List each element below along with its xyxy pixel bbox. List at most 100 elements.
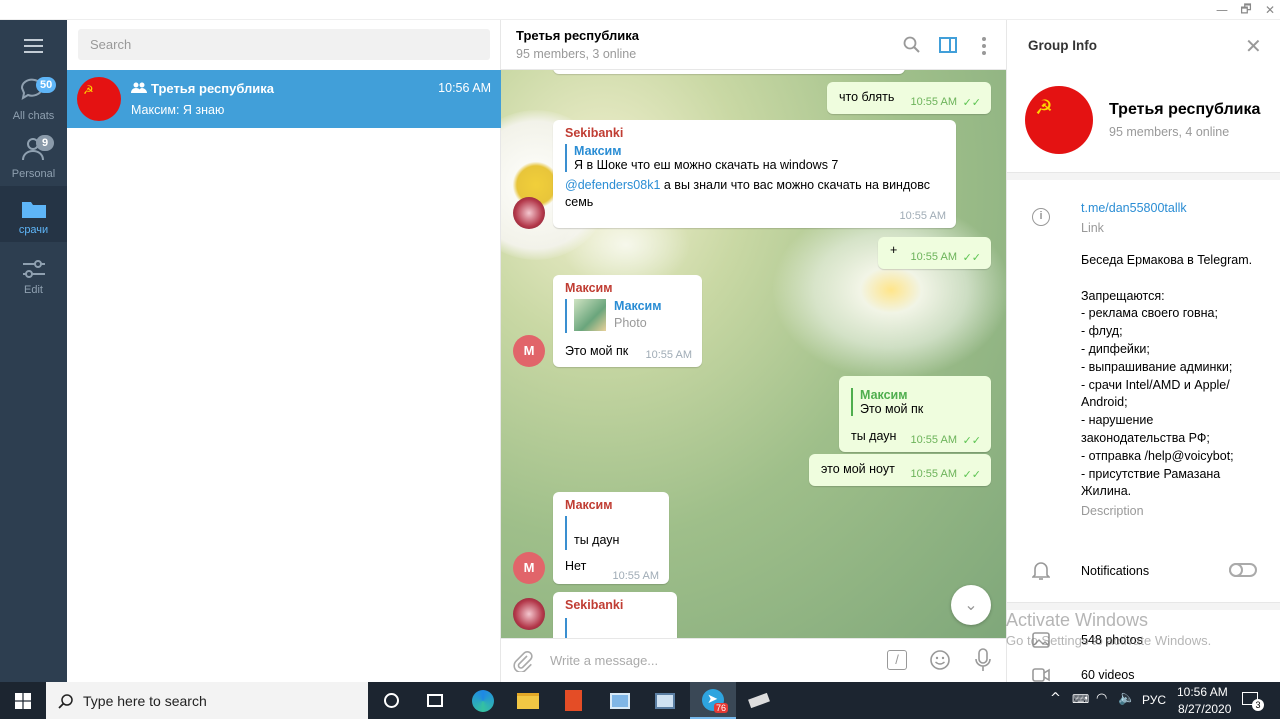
- sender-name[interactable]: Максим: [565, 498, 657, 512]
- message-text: Это мой пк: [565, 344, 629, 358]
- telegram-taskbar-icon[interactable]: ➤ 76: [690, 682, 736, 719]
- microphone-icon[interactable]: [975, 648, 991, 672]
- sender-name[interactable]: Sekibanki: [565, 126, 944, 140]
- notification-count: 3: [1252, 699, 1264, 711]
- minimize-button[interactable]: —: [1210, 0, 1234, 20]
- invite-link[interactable]: t.me/dan55800tallk: [1081, 201, 1187, 215]
- user-avatar[interactable]: [513, 197, 545, 229]
- message-bubble-outgoing[interactable]: + 10:55 AM ✓✓: [878, 237, 991, 269]
- chat-title[interactable]: Третья республика: [516, 28, 639, 43]
- folder-personal[interactable]: 9 Personal: [0, 130, 67, 186]
- reply-sender: Максим: [574, 144, 622, 158]
- description-line: - присутствие Рамазана: [1081, 466, 1221, 481]
- reply-text: Я в Шоке что еш можно скачать на windows…: [574, 158, 839, 172]
- user-avatar[interactable]: M: [513, 335, 545, 367]
- description-line: Android;: [1081, 395, 1128, 410]
- reply-quote[interactable]: Максим Это мой пк: [851, 388, 979, 416]
- double-check-icon: ✓✓: [962, 97, 981, 109]
- emoji-icon[interactable]: [929, 649, 951, 671]
- message-bubble-outgoing[interactable]: что блять 10:55 AM ✓✓: [827, 82, 991, 114]
- link-label: Link: [1081, 221, 1104, 235]
- more-icon[interactable]: [982, 37, 986, 55]
- description-line: - срачи Intel/AMD и Apple/: [1081, 377, 1230, 392]
- chat-row[interactable]: ☭ Третья республика 10:56 AM Максим: Я з…: [67, 70, 501, 128]
- folders-sidebar: 50 All chats 9 Personal срачи Edit: [0, 20, 67, 682]
- message-bubble[interactable]: Sekibanki: [553, 592, 677, 638]
- reply-quote[interactable]: Максим Photo: [565, 299, 690, 333]
- bell-icon: [1032, 562, 1050, 580]
- message-bubble[interactable]: [553, 70, 905, 74]
- group-avatar[interactable]: ☭: [1025, 86, 1093, 154]
- description-line: - флуд;: [1081, 324, 1123, 339]
- group-status: 95 members, 4 online: [1109, 125, 1230, 139]
- reply-quote[interactable]: ты даун: [565, 516, 657, 550]
- wifi-icon[interactable]: ◠: [1096, 691, 1107, 706]
- description-line: - реклама своего говна;: [1081, 306, 1218, 321]
- restore-button[interactable]: 🗗: [1234, 0, 1258, 20]
- message-bubble[interactable]: Максим Максим Photo Это мой пк 10:55 AM: [553, 275, 702, 367]
- videos-count[interactable]: 60 videos: [1081, 668, 1135, 682]
- start-button[interactable]: [0, 682, 46, 719]
- file-explorer-icon[interactable]: [505, 682, 551, 719]
- close-window-button[interactable]: ✕: [1258, 0, 1280, 20]
- store-icon[interactable]: [597, 682, 643, 719]
- office-icon[interactable]: [550, 682, 596, 719]
- edge-icon[interactable]: [460, 682, 506, 719]
- chat-avatar: ☭: [77, 77, 121, 121]
- tray-chevron-icon[interactable]: ^: [1050, 691, 1061, 706]
- description-line: Жилина.: [1081, 484, 1132, 499]
- network-icon[interactable]: ⌨: [1072, 692, 1089, 706]
- double-check-icon: ✓✓: [962, 435, 981, 447]
- chat-list: Search ☭ Третья республика 10:56 AM Макс…: [67, 20, 501, 682]
- description-label: Description: [1081, 504, 1144, 518]
- chat-preview: Максим: Я знаю: [131, 103, 225, 117]
- user-avatar[interactable]: [513, 598, 545, 630]
- folder-icon: [22, 202, 46, 218]
- message-bubble-outgoing[interactable]: Максим Это мой пк ты даун 10:55 AM ✓✓: [839, 376, 991, 452]
- search-input[interactable]: Search: [78, 29, 490, 60]
- reply-text: ты даун: [574, 533, 620, 547]
- remote-desktop-icon[interactable]: [642, 682, 688, 719]
- message-bubble[interactable]: Sekibanki Максим Я в Шоке что еш можно с…: [553, 120, 956, 228]
- message-time: 10:55 AM: [910, 251, 957, 263]
- scroll-down-button[interactable]: ⌄: [951, 585, 991, 625]
- message-time: 10:55 AM: [899, 210, 946, 222]
- language-indicator[interactable]: РУС: [1142, 693, 1166, 707]
- message-time: 10:55 AM: [612, 570, 659, 582]
- close-icon[interactable]: ✕: [1245, 34, 1262, 58]
- menu-icon[interactable]: [24, 39, 43, 53]
- photos-count[interactable]: 548 photos: [1081, 633, 1143, 647]
- description-line: - отправка /help@voicybot;: [1081, 448, 1234, 463]
- message-bubble[interactable]: Максим ты даун Нет 10:55 AM: [553, 492, 669, 584]
- clock-date[interactable]: 8/27/2020: [1178, 702, 1231, 716]
- notifications-toggle[interactable]: [1229, 563, 1257, 577]
- cortana-icon[interactable]: [368, 682, 414, 719]
- folder-all-chats[interactable]: 50 All chats: [0, 72, 67, 128]
- sender-name[interactable]: Sekibanki: [565, 598, 665, 612]
- sender-name[interactable]: Максим: [565, 281, 690, 295]
- usb-drive-icon[interactable]: [736, 682, 782, 719]
- task-view-icon[interactable]: [412, 682, 458, 719]
- attach-icon[interactable]: [513, 650, 533, 672]
- message-input[interactable]: Write a message...: [550, 653, 850, 668]
- message-bubble-outgoing[interactable]: это мой ноут 10:55 AM ✓✓: [809, 454, 991, 486]
- folder-srachi[interactable]: срачи: [0, 186, 67, 242]
- clock-time[interactable]: 10:56 AM: [1177, 685, 1228, 699]
- sidebar-toggle-icon[interactable]: [939, 37, 957, 53]
- hammer-sickle-icon: ☭: [83, 83, 94, 97]
- reply-quote[interactable]: Максим Я в Шоке что еш можно скачать на …: [565, 144, 944, 172]
- description-line: - дипфейки;: [1081, 341, 1150, 356]
- description-line: - нарушение: [1081, 413, 1154, 428]
- commands-icon[interactable]: /: [887, 650, 907, 670]
- folder-edit[interactable]: Edit: [0, 246, 67, 302]
- photo-icon: [1032, 632, 1050, 648]
- mention-link[interactable]: @defenders08k1: [565, 178, 660, 192]
- taskbar-search[interactable]: Type here to search: [46, 682, 368, 719]
- search-icon[interactable]: [903, 36, 921, 54]
- sliders-icon: [23, 260, 45, 278]
- taskbar-search-placeholder: Type here to search: [83, 693, 207, 709]
- telegram-unread-badge: 76: [714, 703, 729, 713]
- hammer-sickle-icon: ☭: [1035, 95, 1053, 119]
- volume-icon[interactable]: 🔈: [1118, 690, 1135, 706]
- user-avatar[interactable]: M: [513, 552, 545, 584]
